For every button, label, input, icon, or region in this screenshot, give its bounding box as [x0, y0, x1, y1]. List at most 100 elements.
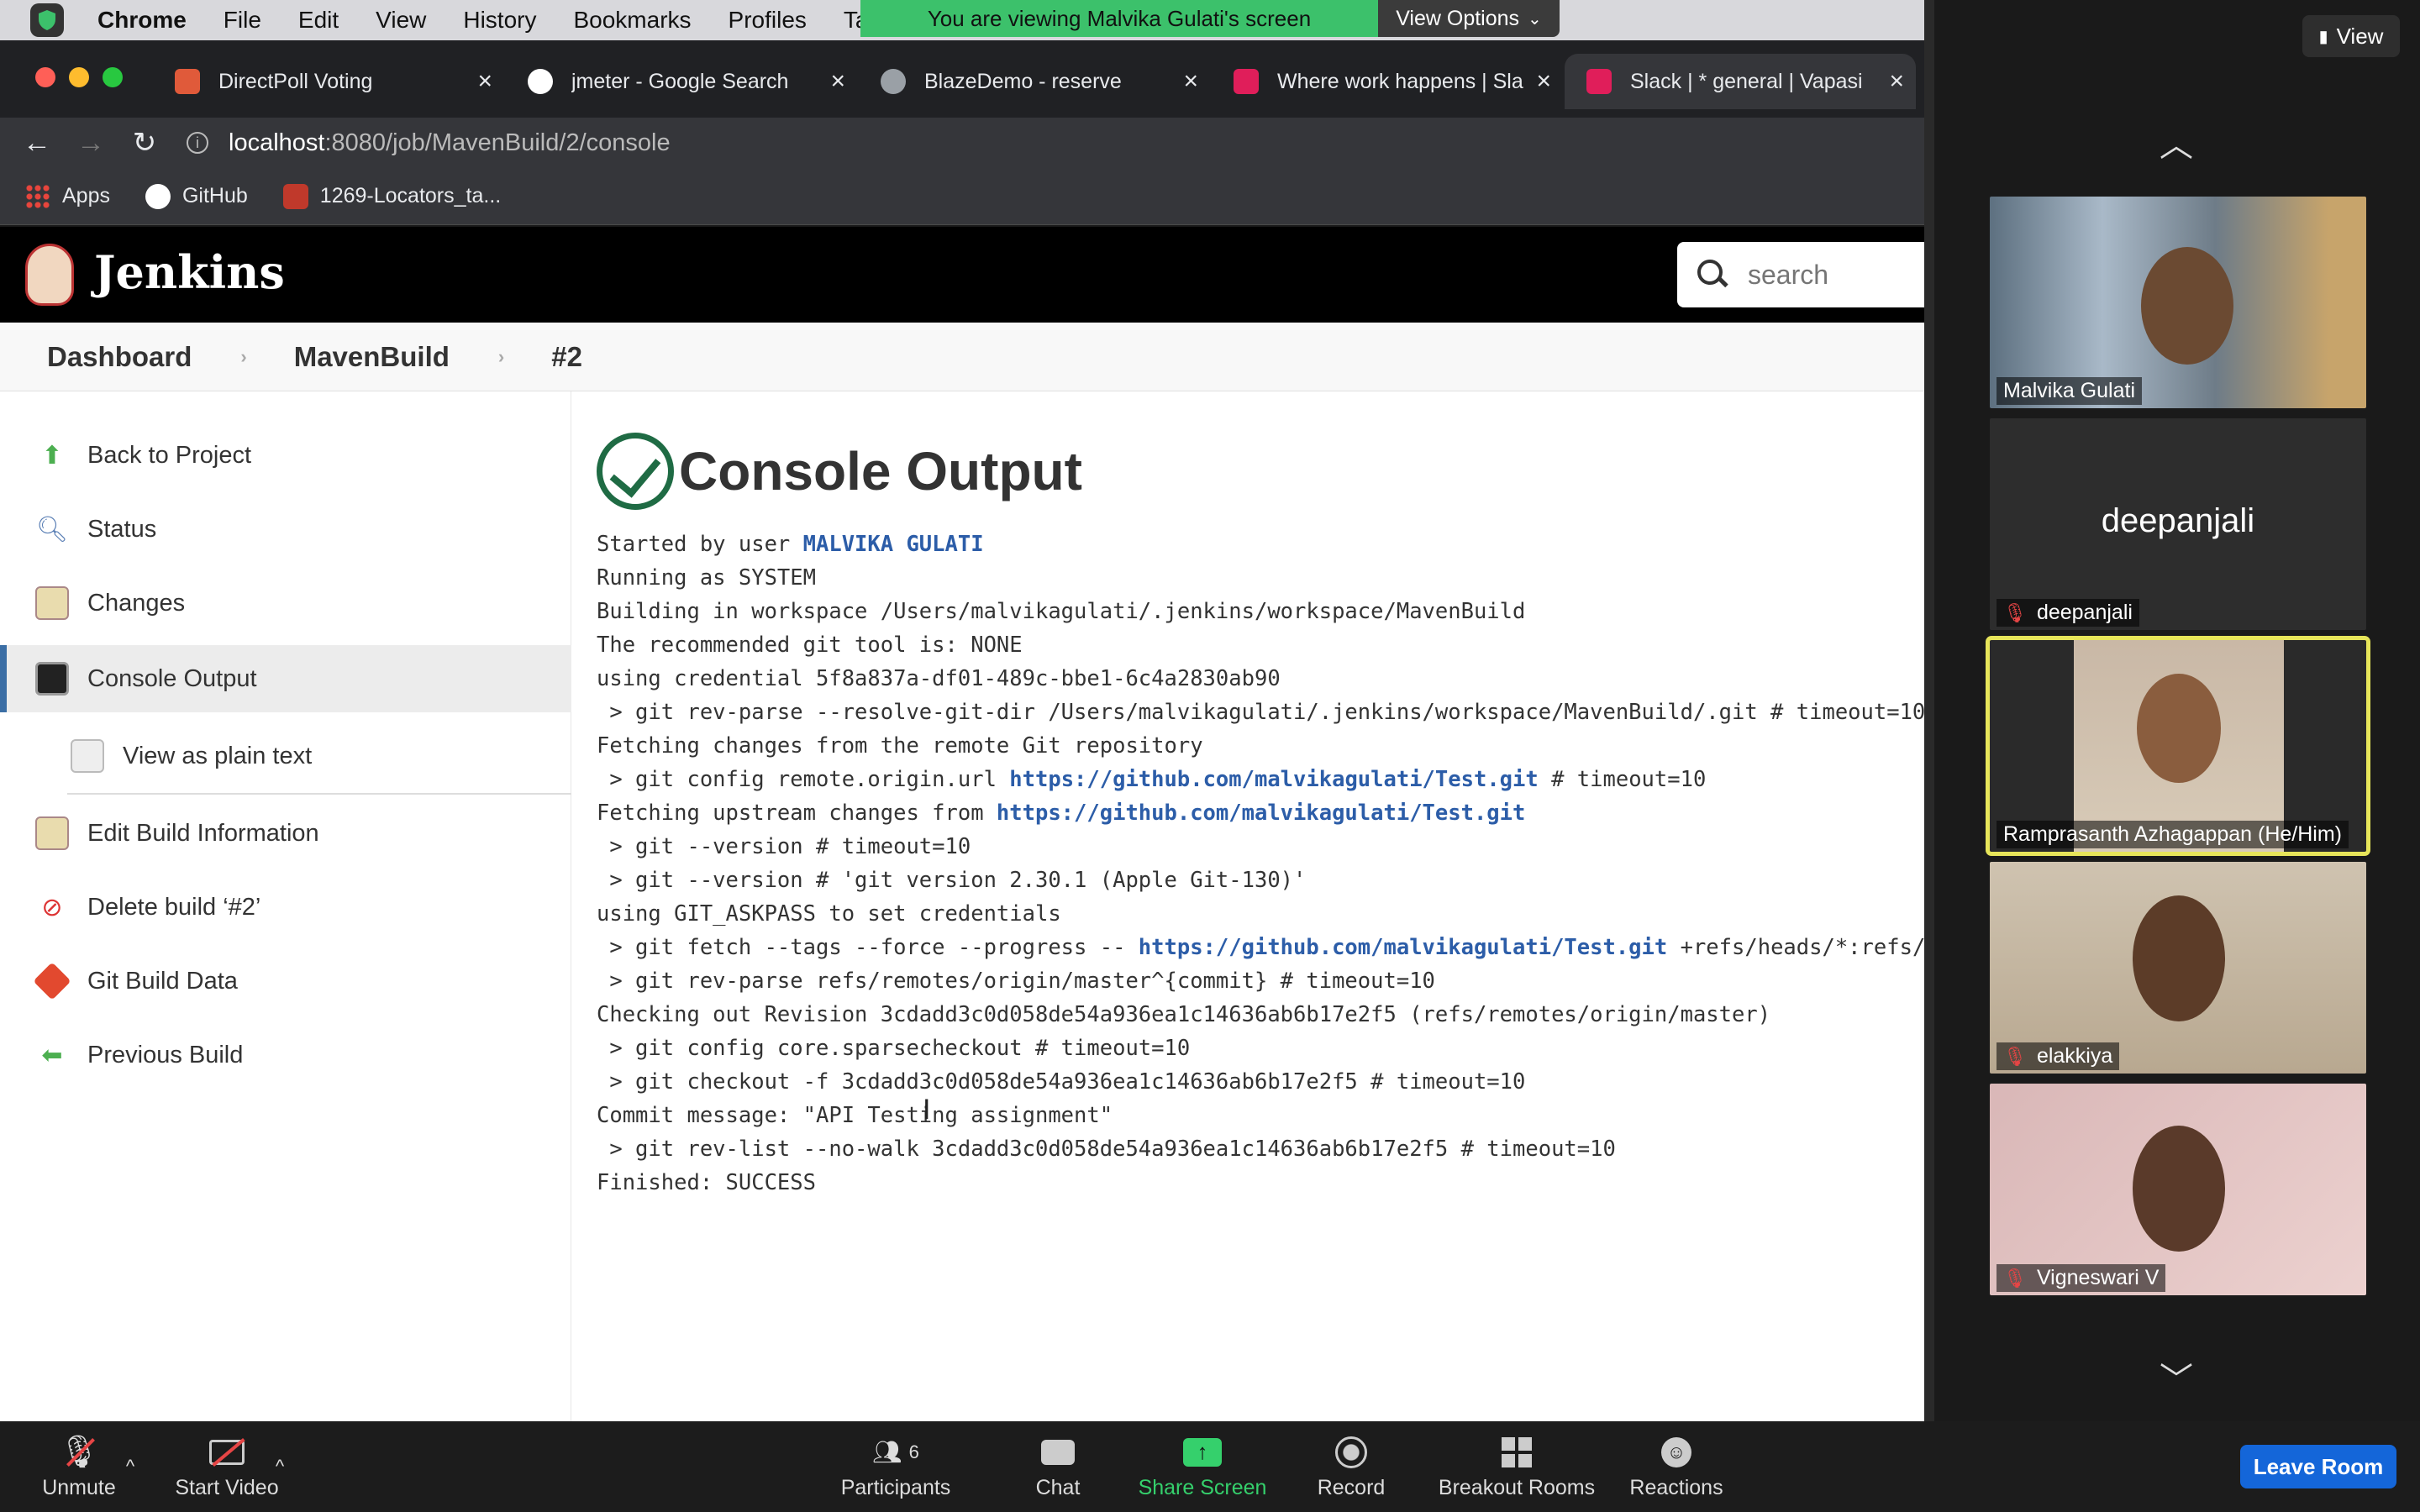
breadcrumb: Dashboard › MavenBuild › #2 [0, 323, 1924, 391]
participant-name-tag: 🎙︎ deepanjali [1996, 599, 2139, 627]
sidebar-item-console-output[interactable]: Console Output [0, 645, 571, 712]
sidebar-item-git-build-data[interactable]: Git Build Data [0, 948, 571, 1015]
sidebar-item-edit-build-info[interactable]: Edit Build Information [0, 800, 571, 867]
menu-bookmarks[interactable]: Bookmarks [573, 7, 691, 34]
view-label: View [2336, 23, 2384, 49]
menu-file[interactable]: File [224, 7, 261, 34]
bookmark-github[interactable]: GitHub [145, 183, 248, 209]
menu-history[interactable]: History [463, 7, 536, 34]
jenkins-logo-icon[interactable] [25, 244, 74, 306]
sidebar-item-back-to-project[interactable]: ⬆ Back to Project [0, 422, 571, 489]
breadcrumb-build[interactable]: #2 [551, 341, 582, 373]
browser-tab[interactable]: DirectPoll Voting × [153, 54, 504, 109]
breadcrumb-dashboard[interactable]: Dashboard [47, 341, 192, 373]
video-options-caret[interactable]: ^ [267, 1421, 292, 1512]
console-line: > git --version # timeout=10 [597, 834, 971, 859]
toolbar-label: Breakout Rooms [1438, 1475, 1596, 1499]
participant-tile[interactable]: 🎙︎ Vigneswari V [1990, 1084, 2366, 1295]
chevron-right-icon: › [240, 345, 247, 367]
audio-options-caret[interactable]: ^ [118, 1421, 143, 1512]
breakout-rooms-button[interactable]: Breakout Rooms [1437, 1421, 1597, 1512]
participant-tile-active-speaker[interactable]: Ramprasanth Azhagappan (He/Him) [1986, 636, 2370, 856]
bookmark-label: GitHub [182, 184, 248, 207]
participant-tile[interactable]: deepanjali 🎙︎ deepanjali [1990, 418, 2366, 630]
browser-tab[interactable]: jmeter - Google Search × [506, 54, 857, 109]
user-link[interactable]: MALVIKA GULATI [803, 532, 984, 557]
chevron-up-icon[interactable]: ︿ [2147, 118, 2206, 164]
view-options-button[interactable]: View Options ⌄ [1378, 0, 1560, 37]
forward-arrow-icon[interactable]: → [74, 127, 108, 160]
toolbar-label: Reactions [1629, 1475, 1723, 1499]
arrow-left-icon: ⬅ [41, 1041, 63, 1069]
close-icon[interactable]: × [830, 67, 845, 96]
share-screen-button[interactable]: ↑ Share Screen [1133, 1421, 1272, 1512]
leave-room-button[interactable]: Leave Room [2240, 1445, 2396, 1488]
repo-link[interactable]: https://github.com/malvikagulati/Test.gi… [1139, 935, 1667, 960]
console-line: Started by user MALVIKA GULATI [597, 528, 1924, 561]
chat-button[interactable]: Chat [1020, 1421, 1096, 1512]
reload-icon[interactable]: ↻ [128, 126, 161, 160]
slack-icon [1586, 69, 1612, 94]
console-text: Started by user [597, 532, 803, 557]
console-line: > git rev-parse --resolve-git-dir /Users… [597, 700, 1924, 725]
search-box[interactable] [1677, 242, 1924, 307]
participant-tile[interactable]: 🎙︎ elakkiya [1990, 862, 2366, 1074]
panel-divider[interactable] [1924, 0, 1934, 1421]
info-icon[interactable]: i [187, 132, 208, 154]
sidebar-item-previous-build[interactable]: ⬅ Previous Build [0, 1021, 571, 1089]
console-log: Started by user MALVIKA GULATI Running as… [597, 528, 1924, 1200]
view-button[interactable]: ▮ View [2302, 15, 2400, 57]
repo-link[interactable]: https://github.com/malvikagulati/Test.gi… [1009, 767, 1538, 792]
participants-button[interactable]: 👥︎ 6 Participants [829, 1421, 963, 1512]
reactions-button[interactable]: ☺ Reactions [1628, 1421, 1724, 1512]
sidebar-item-changes[interactable]: Changes [0, 570, 571, 637]
breadcrumb-job[interactable]: MavenBuild [294, 341, 450, 373]
search-input[interactable] [1748, 259, 1916, 291]
console-line: Fetching changes from the remote Git rep… [597, 733, 1203, 759]
sidebar-item-delete-build[interactable]: ⊘ Delete build ‘#2’ [0, 874, 571, 941]
browser-tab[interactable]: Where work happens | Sla × [1212, 54, 1563, 109]
console-line: Finished: SUCCESS [597, 1170, 816, 1195]
url-field[interactable]: i localhost:8080/job/MavenBuild/2/consol… [187, 126, 671, 160]
browser-tab[interactable]: BlazeDemo - reserve × [859, 54, 1210, 109]
console-line: > git config core.sparsecheckout # timeo… [597, 1036, 1191, 1061]
close-icon[interactable]: × [1536, 67, 1551, 96]
close-icon[interactable]: × [1183, 67, 1198, 96]
bookmark-label: 1269-Locators_ta... [319, 184, 502, 207]
console-line: using GIT_ASKPASS to set credentials [597, 901, 1061, 927]
close-icon[interactable]: × [477, 67, 492, 96]
toolbar-label: Record [1317, 1475, 1386, 1499]
sidebar: ⬆ Back to Project 🔍︎ Status Changes Cons… [0, 391, 571, 1421]
menu-profiles[interactable]: Profiles [729, 7, 807, 34]
record-button[interactable]: Record [1311, 1421, 1392, 1512]
menu-edit[interactable]: Edit [298, 7, 339, 34]
sidebar-item-status[interactable]: 🔍︎ Status [0, 496, 571, 563]
console-line: > git config remote.origin.url https://g… [597, 763, 1924, 796]
close-icon[interactable]: × [1889, 67, 1904, 96]
repo-link[interactable]: https://github.com/malvikagulati/Test.gi… [997, 801, 1525, 826]
shield-icon[interactable] [30, 3, 64, 37]
console-line: Fetching upstream changes from https://g… [597, 796, 1924, 830]
chevron-down-icon[interactable]: ﹀ [2147, 1352, 2206, 1399]
bookmark-locators[interactable]: 1269-Locators_ta... [282, 183, 502, 209]
sidebar-item-view-plain-text[interactable]: View as plain text [0, 722, 571, 790]
slack-icon [1234, 69, 1259, 94]
maximize-window-icon[interactable] [103, 67, 123, 87]
chevron-up-icon: ^ [125, 1456, 135, 1477]
google-icon [528, 69, 553, 94]
participant-video-icon [2141, 247, 2233, 365]
browser-tab-active[interactable]: Slack | * general | Vapasi × [1565, 54, 1916, 109]
console-line: > git --version # 'git version 2.30.1 (A… [597, 868, 1307, 893]
menu-app-name[interactable]: Chrome [97, 7, 187, 34]
participant-face-icon [2137, 674, 2221, 783]
close-window-icon[interactable] [35, 67, 55, 87]
participant-tile[interactable]: Malvika Gulati [1990, 197, 2366, 408]
jenkins-title[interactable]: Jenkins [94, 245, 285, 299]
minimize-window-icon[interactable] [69, 67, 89, 87]
bookmark-apps[interactable]: Apps [25, 183, 110, 209]
unmute-button[interactable]: 🎙︎ Unmute [37, 1421, 121, 1512]
back-arrow-icon[interactable]: ← [20, 127, 54, 160]
console-line: Commit message: "API Testing assignment" [597, 1103, 1113, 1128]
menu-view[interactable]: View [376, 7, 426, 34]
bookmarks-bar: Apps GitHub 1269-Locators_ta... [0, 168, 1924, 225]
